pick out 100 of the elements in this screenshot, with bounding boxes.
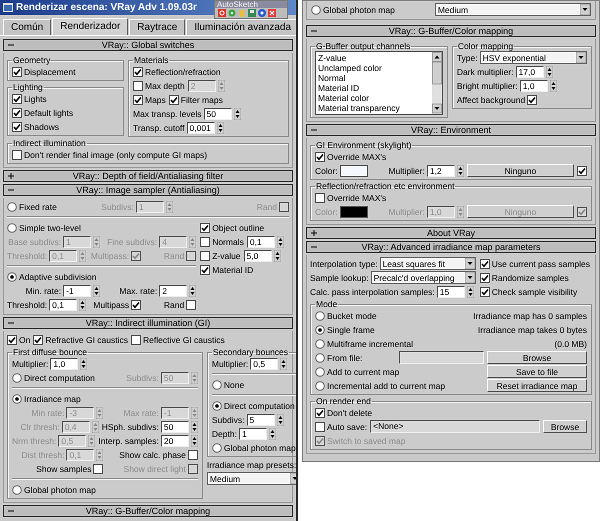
- spinner-arrows-icon[interactable]: [190, 434, 198, 446]
- tab[interactable]: Raytrace: [129, 19, 186, 35]
- checkbox[interactable]: [200, 250, 210, 260]
- list-item[interactable]: Z-value: [318, 53, 430, 63]
- rollout-header[interactable]: VRay:: G-Buffer/Color mapping: [3, 505, 293, 517]
- button[interactable]: Save to file: [487, 365, 587, 378]
- checkbox[interactable]: [33, 334, 44, 344]
- button[interactable]: Reset irradiance map: [487, 379, 587, 392]
- radio-button[interactable]: [315, 310, 325, 320]
- checkbox[interactable]: [133, 66, 143, 76]
- rollout-header[interactable]: VRay:: Depth of field/Antialiasing filter: [3, 170, 293, 182]
- list-item[interactable]: Unclamped color: [318, 63, 430, 73]
- list-item[interactable]: Material transparency: [318, 103, 430, 113]
- checkbox[interactable]: [7, 334, 17, 344]
- radio-button[interactable]: [212, 380, 222, 390]
- rollout-header[interactable]: VRay:: Image sampler (Antialiasing): [3, 184, 293, 196]
- input-field[interactable]: <None>: [370, 420, 540, 433]
- radio-button[interactable]: [315, 324, 325, 334]
- checkbox[interactable]: [315, 152, 325, 162]
- spinner-arrows-icon[interactable]: [274, 250, 281, 262]
- checkbox[interactable]: [200, 222, 210, 232]
- number-field[interactable]: -1: [63, 284, 92, 296]
- checkbox[interactable]: [133, 94, 143, 104]
- checkbox[interactable]: [480, 286, 490, 296]
- spinner-arrows-icon[interactable]: [189, 284, 196, 296]
- number-field[interactable]: 5: [246, 414, 274, 426]
- number-field[interactable]: 2: [159, 284, 188, 296]
- checkbox[interactable]: [315, 192, 325, 202]
- checkbox[interactable]: [200, 264, 210, 274]
- number-field[interactable]: 0,5: [250, 358, 278, 370]
- number-field[interactable]: 0,1: [246, 236, 275, 248]
- checkbox[interactable]: [93, 464, 104, 474]
- spinner-arrows-icon[interactable]: [546, 66, 552, 78]
- checkbox[interactable]: [12, 122, 22, 132]
- radio-button[interactable]: [311, 4, 321, 14]
- number-field[interactable]: 17,0: [516, 66, 544, 78]
- radio-button[interactable]: [315, 352, 325, 362]
- dropdown[interactable]: Medium: [434, 3, 591, 16]
- number-field[interactable]: 50: [204, 108, 232, 120]
- rollout-header[interactable]: VRay:: Advanced irradiance map parameters: [306, 241, 596, 253]
- checkbox[interactable]: [188, 450, 198, 460]
- spinner-arrows-icon[interactable]: [280, 358, 288, 370]
- checkbox[interactable]: [131, 300, 142, 310]
- rollout-header[interactable]: VRay:: Environment: [306, 124, 596, 136]
- power-icon[interactable]: [218, 9, 226, 17]
- dropdown[interactable]: Precalc'd overlapping: [370, 271, 476, 284]
- radio-button[interactable]: [315, 380, 325, 390]
- spinner-arrows-icon[interactable]: [190, 420, 198, 432]
- dropdown[interactable]: Least squares fit: [380, 257, 476, 270]
- number-field[interactable]: 1,0: [50, 358, 78, 370]
- spinner-arrows-icon[interactable]: [550, 80, 557, 92]
- radio-button[interactable]: [12, 484, 22, 494]
- rollout-header[interactable]: VRay:: G-Buffer/Color mapping: [306, 25, 596, 37]
- spinner-arrows-icon[interactable]: [216, 122, 224, 134]
- spinner-arrows-icon[interactable]: [93, 284, 100, 296]
- radio-button[interactable]: [212, 400, 222, 410]
- spinner-arrows-icon[interactable]: [268, 428, 276, 440]
- radio-button[interactable]: [212, 442, 222, 452]
- tab[interactable]: Renderizador: [52, 18, 128, 35]
- radio-button[interactable]: [7, 222, 17, 232]
- spinner-arrows-icon[interactable]: [234, 108, 240, 120]
- checkbox[interactable]: [12, 66, 22, 76]
- checkbox[interactable]: [315, 422, 325, 432]
- color-swatch[interactable]: [340, 164, 368, 176]
- spinner-arrows-icon[interactable]: [276, 236, 284, 248]
- checkbox[interactable]: [131, 334, 142, 344]
- number-field[interactable]: 50: [160, 420, 189, 432]
- checkbox[interactable]: [12, 150, 22, 160]
- rollout-header[interactable]: About VRay: [306, 227, 596, 239]
- number-field[interactable]: 1: [238, 428, 267, 440]
- rollout-header[interactable]: VRay:: Indirect illumination (GI): [3, 317, 293, 329]
- list-item[interactable]: Material color: [318, 93, 430, 103]
- scrollbar-icon[interactable]: [432, 52, 442, 114]
- checkbox[interactable]: [186, 300, 196, 310]
- spinner-arrows-icon[interactable]: [456, 164, 464, 176]
- checkbox[interactable]: [200, 236, 210, 246]
- button[interactable]: Ninguno: [466, 164, 574, 177]
- number-field[interactable]: 1,0: [520, 80, 548, 92]
- save-icon[interactable]: [248, 9, 256, 17]
- checkbox[interactable]: [480, 258, 490, 268]
- spinner-arrows-icon[interactable]: [466, 286, 474, 298]
- tab[interactable]: Iluminación avanzada: [186, 19, 296, 35]
- checkbox[interactable]: [12, 94, 22, 104]
- number-field[interactable]: 1,2: [426, 164, 455, 176]
- checkbox[interactable]: [168, 94, 179, 104]
- number-field[interactable]: 5,0: [244, 250, 272, 262]
- checkbox[interactable]: [480, 272, 490, 282]
- spinner-arrows-icon[interactable]: [276, 414, 284, 426]
- checkbox[interactable]: [12, 108, 22, 118]
- checkbox[interactable]: [527, 94, 538, 104]
- list-item[interactable]: Normal: [318, 73, 430, 83]
- number-field[interactable]: 0,1: [49, 298, 78, 310]
- checkbox[interactable]: [133, 80, 143, 90]
- close-icon[interactable]: [268, 9, 276, 17]
- spinner-arrows-icon[interactable]: [80, 358, 88, 370]
- number-field[interactable]: 20: [160, 434, 189, 446]
- button[interactable]: Browse: [543, 420, 587, 433]
- list-item[interactable]: Material ID: [318, 83, 430, 93]
- radio-button[interactable]: [12, 372, 22, 382]
- number-field[interactable]: 15: [436, 286, 465, 298]
